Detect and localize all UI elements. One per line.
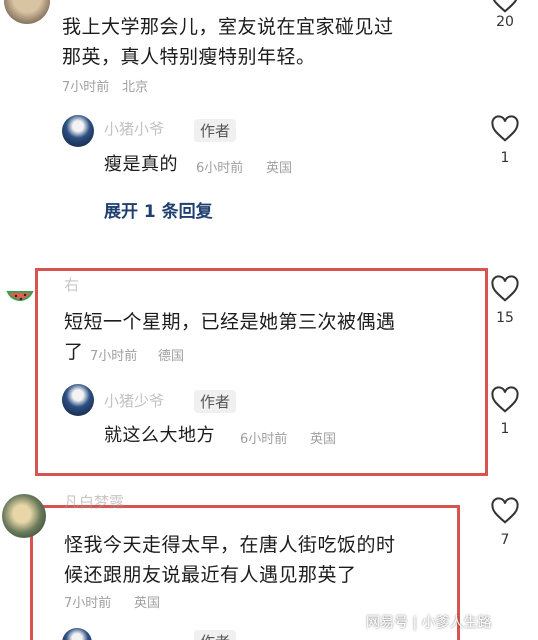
- heart-icon[interactable]: [490, 115, 520, 143]
- comment-text: 了: [64, 341, 84, 363]
- author-badge: 作者: [194, 119, 237, 142]
- reply-location: 英国: [310, 432, 337, 447]
- comment-text: 短短一个星期，已经是她第三次被偶遇: [64, 311, 396, 333]
- heart-icon[interactable]: [490, 0, 520, 14]
- avatar[interactable]: [2, 494, 46, 538]
- avatar[interactable]: [4, 0, 50, 24]
- comment-text: 候还跟朋友说最近有人遇见那英了: [64, 564, 357, 586]
- reply-location: 英国: [266, 161, 293, 176]
- heart-icon[interactable]: [490, 275, 520, 303]
- comment-author-name[interactable]: 右: [64, 274, 79, 295]
- comment-text: 怪我今天走得太早，在唐人街吃饭的时: [64, 534, 396, 556]
- comment-time: 7小时前: [90, 349, 138, 364]
- like-count: 1: [500, 150, 510, 166]
- comment-text: 我上大学那会儿，室友说在宜家碰见过: [62, 16, 394, 38]
- comment-author-name[interactable]: 凡白梦露: [64, 491, 124, 512]
- reply-author-name[interactable]: 小猪小爷: [104, 118, 164, 139]
- avatar[interactable]: [62, 384, 94, 416]
- reply-time: 6小时前: [196, 161, 244, 176]
- heart-icon[interactable]: [490, 497, 520, 525]
- avatar[interactable]: [62, 115, 94, 147]
- reply-text: 瘦是真的: [104, 154, 178, 175]
- comment-location: 英国: [134, 596, 161, 611]
- like-count: 20: [496, 14, 514, 30]
- like-count: 1: [500, 421, 510, 437]
- avatar[interactable]: [4, 282, 36, 314]
- like-count: 15: [496, 310, 514, 326]
- reply-text: 就这么大地方: [104, 425, 215, 446]
- watermark: 网易号 | 小爹人生路: [366, 615, 492, 631]
- author-badge: 作者: [194, 630, 237, 640]
- comment-text: 那英，真人特别瘦特别年轻。: [62, 46, 316, 68]
- expand-replies-link[interactable]: 展开 1 条回复: [104, 197, 213, 222]
- comment-time: 7小时前: [64, 596, 112, 611]
- author-badge: 作者: [194, 390, 237, 413]
- watermelon-icon: [6, 291, 34, 301]
- reply-time: 6小时前: [240, 432, 288, 447]
- comment-location: 德国: [158, 349, 185, 364]
- comment-location: 北京: [122, 80, 149, 95]
- comment-time: 7小时前: [62, 80, 110, 95]
- reply-author-name[interactable]: 小猪少爷: [104, 390, 164, 411]
- like-count: 7: [500, 532, 510, 548]
- heart-icon[interactable]: [490, 386, 520, 414]
